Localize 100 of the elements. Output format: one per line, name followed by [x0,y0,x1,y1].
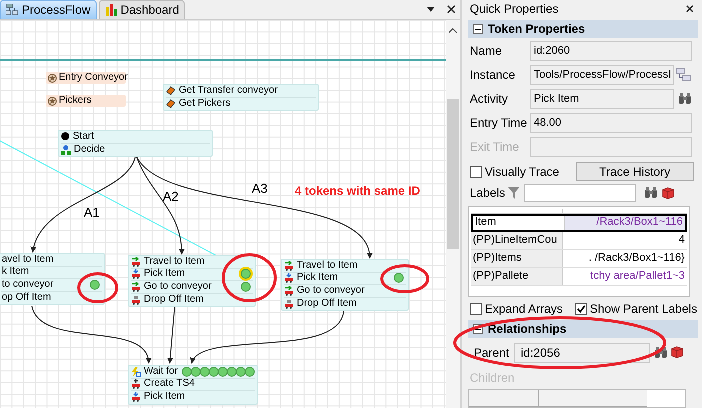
text-field[interactable]: id:2056 [514,342,650,363]
activity-label: avel to Item [1,254,54,265]
checkbox-label: Visually Trace [485,164,560,180]
close-icon[interactable] [447,5,456,14]
branch-icon [61,144,71,155]
arrow-cart-icon [284,260,294,271]
checkbox[interactable] [470,303,482,316]
label-value: 4 [678,232,686,248]
activity-label: k Item [1,267,30,278]
arrow-cart-icon [131,282,141,292]
star-badge-icon [48,74,57,82]
resource-block[interactable]: Entry Conveyor [46,72,126,84]
field-label: Entry Time [469,115,528,132]
arrow-cart-icon [131,256,141,267]
checkbox[interactable] [575,303,588,316]
text-field[interactable]: Tools/ProcessFlow/ProcessI [530,65,674,85]
resource-label: Entry Conveyor [59,73,128,83]
activity-block[interactable]: Wait for Create TS4 Pick Item [128,365,258,404]
arrow-cart-icon [284,286,294,296]
scrollbar[interactable] [446,20,460,408]
activity-label: Start [72,132,94,142]
cube-icon[interactable] [662,186,675,200]
activity-block[interactable]: Travel to Item Pick Item Go to conveyor Drop Off Item [281,259,409,311]
drop-cart-icon [131,294,141,305]
star-badge-icon [48,96,57,106]
labels-filter-field[interactable] [524,184,636,202]
linked-nodes-icon[interactable] [676,68,692,82]
label-value: /Rack3/Box1~116 [565,216,685,230]
label-value: tchy area/Pallet1~3 [590,268,686,284]
text-field[interactable]: 48.00 [530,113,692,133]
binoculars-icon[interactable] [678,93,692,105]
activity-label: Create TS4 [143,379,195,390]
activity-label: to conveyor [1,280,54,290]
field-label: Exit Time [469,139,520,156]
checkmark-icon [576,304,586,314]
text-field[interactable] [530,137,692,157]
pick-cart-icon [284,273,294,284]
label-row[interactable]: Item /Rack3/Box1~116 [471,214,687,232]
close-icon[interactable] [686,5,694,13]
highlight-ellipse [77,272,119,304]
dot-icon [61,132,70,142]
activity-label: Pick Item [296,273,338,284]
field-label: Instance [469,67,516,84]
tab[interactable]: Dashboard [98,0,186,19]
pick-cart-icon [131,392,141,402]
section-title: Token Properties [488,21,586,38]
bar-chart-icon [104,4,118,16]
activity-label: Drop Off Item [296,298,357,309]
flow-canvas[interactable] [0,20,446,408]
resource-block[interactable]: Pickers [46,95,126,107]
activity-block[interactable]: Travel to Item Pick Item Go to conveyor Drop Off Item [128,255,256,307]
label-name: (PP)Pallete [471,268,563,285]
activity-block[interactable]: Get Transfer conveyor Get Pickers [163,84,319,111]
connector-arrow [167,306,176,364]
annotation-text: 4 tokens with same ID [295,183,420,200]
label-value: . /Rack3/Box1~116} [588,250,686,266]
highlight-ellipse [221,253,278,303]
section-header[interactable]: Token Properties [468,20,698,38]
activity-block[interactable]: avel to Item k Item to conveyor op Off Item [0,253,105,305]
activity-label: op Off Item [1,292,52,303]
cube-icon[interactable] [671,346,684,360]
checkbox-label: Expand Arrays [485,301,564,318]
field-label: Labels [469,185,506,202]
plus-cart-icon [131,379,141,390]
field-label: Activity [469,91,510,108]
label-name: (PP)Items [471,250,563,267]
scroll-up-icon[interactable] [449,28,457,33]
scrollbar-thumb[interactable] [447,99,459,249]
label-name: Item [473,216,565,230]
binoculars-icon[interactable] [654,346,668,359]
checkbox-label: Show Parent Labels [590,301,698,318]
collapse-toggle[interactable] [473,24,483,34]
label-row[interactable]: (PP)Items . /Rack3/Box1~116} [471,250,687,268]
branch-label: A1 [84,206,100,219]
text-field[interactable]: id:2060 [530,41,692,61]
activity-block[interactable]: Start Decide [58,130,213,157]
branch-label: A3 [252,182,268,195]
dropdown-caret-icon[interactable] [427,7,435,13]
checkbox[interactable] [470,166,482,178]
activity-label: Wait for [143,366,178,377]
activity-label: Go to conveyor [143,282,212,292]
text-field[interactable]: Pick Item [530,89,674,109]
section-header[interactable]: Relationships [468,320,698,338]
binoculars-icon[interactable] [644,187,658,200]
field-label: Name [469,43,504,60]
filter-icon[interactable] [508,187,520,200]
flowchart-icon [6,4,19,16]
field-label: Parent [473,344,510,362]
trace-history-button[interactable]: Trace History [576,162,694,181]
activity-label: Get Pickers [178,98,231,109]
activity-label: Go to conveyor [296,286,365,296]
panel-title: Quick Properties [470,1,560,18]
highlight-ellipse [380,264,430,294]
tab[interactable]: ProcessFlow [0,0,97,19]
activity-label: Decide [73,144,106,155]
label-name: (PP)LineItemCou [471,232,563,249]
activity-label: Pick Item [143,392,186,402]
label-row[interactable]: (PP)LineItemCou 4 [471,232,687,250]
activity-label: Travel to Item [143,256,205,267]
label-row[interactable]: (PP)Pallete tchy area/Pallet1~3 [471,268,687,286]
